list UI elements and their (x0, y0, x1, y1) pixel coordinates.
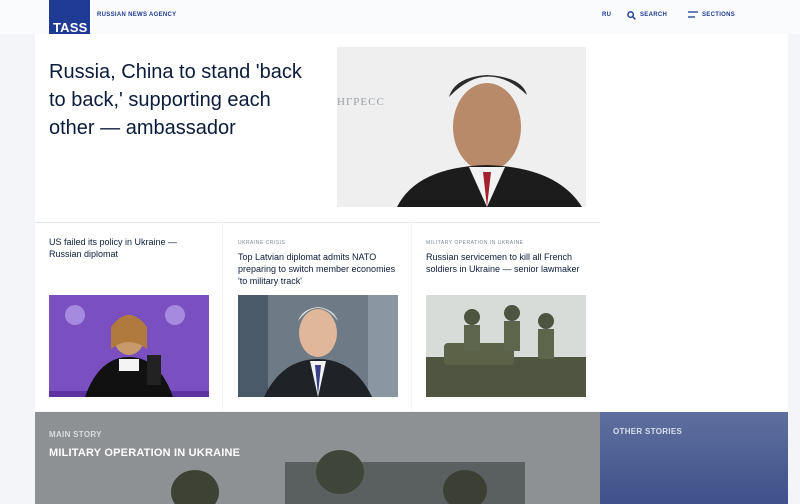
card-tag: MILITARY OPERATION IN UKRAINE (426, 240, 524, 246)
tass-logo-text: TASS (53, 20, 88, 35)
other-stories-panel[interactable] (600, 412, 788, 504)
language-switch[interactable]: RU (602, 12, 611, 18)
main-story-label: MAIN STORY (49, 430, 102, 439)
site-header: TASS RUSSIAN NEWS AGENCY RU SEARCH SECTI… (0, 0, 800, 38)
card-headline[interactable]: Russian servicemen to kill all French so… (426, 251, 586, 275)
search-button[interactable]: SEARCH (627, 10, 667, 20)
card-image[interactable] (49, 295, 209, 397)
hero-headline[interactable]: Russia, China to stand 'back to back,' s… (49, 58, 319, 142)
card-headline[interactable]: US failed its policy in Ukraine — Russia… (49, 236, 209, 260)
sections-button[interactable]: SECTIONS (688, 10, 735, 20)
card-headline[interactable]: Top Latvian diplomat admits NATO prepari… (238, 251, 398, 287)
card-tag: UKRAINE CRISIS (238, 240, 286, 246)
svg-text:НГРЕСС: НГРЕСС (337, 96, 385, 108)
hero-photo[interactable]: НГРЕСС (337, 47, 586, 207)
soldiers-photo (426, 295, 586, 397)
ambassador-photo: НГРЕСС (337, 47, 586, 207)
menu-icon (688, 11, 698, 18)
sections-label: SECTIONS (702, 12, 736, 18)
sidebar-panel (600, 34, 788, 412)
main-story-title[interactable]: MILITARY OPERATION IN UKRAINE (49, 447, 240, 459)
search-label: SEARCH (640, 12, 668, 18)
tass-logo[interactable]: TASS (49, 0, 90, 38)
card-image[interactable] (426, 295, 586, 397)
diplomat-photo (238, 295, 398, 397)
other-stories-label: OTHER STORIES (613, 427, 683, 436)
spokeswoman-photo (49, 295, 209, 397)
card-image[interactable] (238, 295, 398, 397)
agency-name: RUSSIAN NEWS AGENCY (97, 12, 177, 18)
search-icon (627, 10, 636, 20)
